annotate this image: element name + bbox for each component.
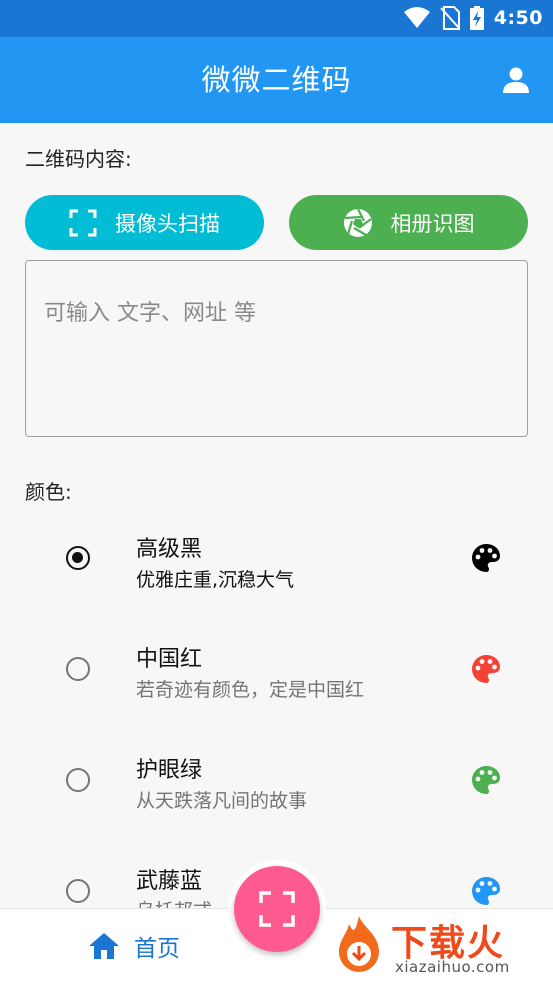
home-icon	[89, 933, 119, 959]
status-icons: 4:50	[403, 6, 543, 30]
wifi-icon	[403, 7, 430, 28]
no-sim-icon	[439, 6, 460, 30]
status-time: 4:50	[493, 7, 543, 29]
status-bar: 4:50	[0, 0, 553, 37]
camera-scan-label: 摄像头扫描	[115, 211, 220, 236]
person-icon[interactable]	[501, 65, 531, 95]
color-option-subtitle: 若奇迹有颜色，定是中国红	[136, 679, 365, 701]
aperture-icon	[343, 208, 372, 237]
color-option-subtitle: 从天跌落凡间的故事	[136, 790, 308, 812]
radio-checked[interactable]	[66, 546, 90, 570]
app-bar: 微微二维码	[0, 37, 553, 123]
scan-frame-icon	[69, 209, 97, 236]
nav-home-label: 首页	[134, 936, 180, 962]
color-option-subtitle: 乌托邦式	[136, 896, 212, 908]
color-option-red[interactable]: 中国红 若奇迹有颜色，定是中国红	[0, 615, 553, 725]
palette-icon[interactable]	[471, 765, 501, 795]
album-recognize-button[interactable]: 相册识图	[289, 195, 528, 250]
color-option-black[interactable]: 高级黑 优雅庄重,沉稳大气	[0, 505, 553, 615]
palette-icon[interactable]	[471, 654, 501, 684]
radio-unchecked[interactable]	[66, 768, 90, 792]
scan-frame-icon	[259, 891, 295, 927]
camera-scan-button[interactable]: 摄像头扫描	[25, 195, 264, 250]
palette-icon[interactable]	[471, 876, 501, 906]
radio-unchecked[interactable]	[66, 657, 90, 681]
watermark: 下载火 xiazaihuo.com	[325, 908, 553, 983]
color-option-title: 中国红	[136, 647, 203, 672]
qr-content-placeholder: 可输入 文字、网址 等	[44, 301, 256, 326]
flame-logo-icon	[339, 916, 379, 972]
album-recognize-label: 相册识图	[390, 211, 475, 236]
radio-unchecked[interactable]	[66, 879, 90, 903]
nav-home[interactable]: 首页	[88, 929, 180, 963]
qr-content-input[interactable]: 可输入 文字、网址 等	[25, 260, 528, 437]
color-option-green[interactable]: 护眼绿 从天跌落凡间的故事	[0, 725, 553, 835]
palette-icon[interactable]	[471, 543, 501, 573]
color-label: 颜色:	[25, 480, 72, 504]
color-option-title: 护眼绿	[136, 758, 203, 783]
watermark-url: xiazaihuo.com	[395, 958, 510, 976]
color-option-title: 武藤蓝	[136, 869, 203, 894]
color-option-subtitle: 优雅庄重,沉稳大气	[136, 569, 295, 591]
content-label: 二维码内容:	[25, 147, 132, 171]
app-title: 微微二维码	[201, 63, 352, 97]
color-option-title: 高级黑	[136, 537, 203, 562]
battery-charging-icon	[469, 6, 484, 30]
scan-fab-button[interactable]	[234, 866, 320, 952]
